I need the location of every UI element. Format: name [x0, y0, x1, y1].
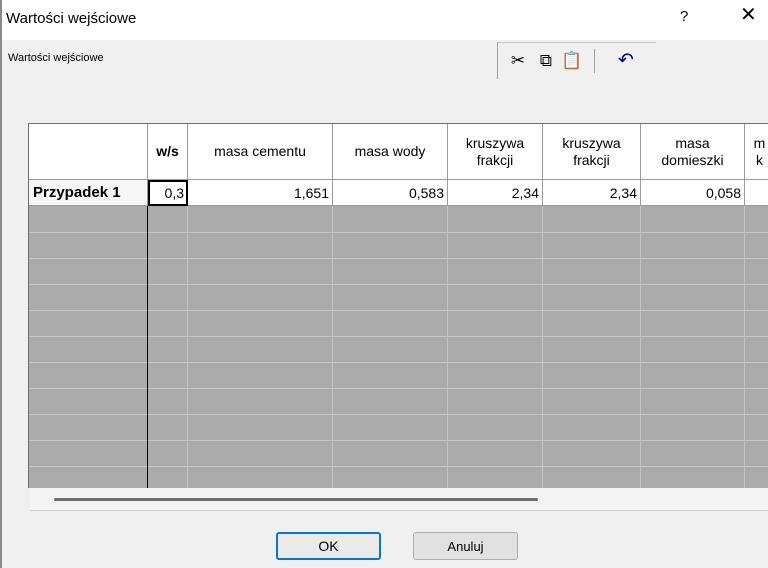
selected-cell[interactable]: 0,3	[148, 180, 188, 206]
grid-line	[29, 310, 768, 311]
column-header[interactable]: kruszywa frakcji	[448, 124, 543, 180]
grid-line	[29, 284, 768, 285]
column-header[interactable]: kruszywa frakcji	[543, 124, 641, 180]
grid-line	[29, 440, 768, 441]
grid-cell[interactable]: 1,651	[188, 180, 333, 206]
grid-cell[interactable]: 0,583	[333, 180, 448, 206]
help-button[interactable]: ?	[680, 8, 688, 25]
window-left-border	[0, 0, 2, 568]
cancel-button[interactable]: Anuluj	[413, 532, 518, 560]
column-header[interactable]: w/s	[148, 124, 188, 180]
edit-toolbar: ✂ ⧉ 📋 ↶	[497, 42, 656, 79]
grid-cell[interactable]	[745, 180, 768, 206]
grid-line	[29, 362, 768, 363]
grid-line	[29, 258, 768, 259]
toolbar-separator	[594, 49, 595, 73]
close-icon[interactable]: ✕	[740, 5, 757, 25]
column-header[interactable]: masa domieszki	[641, 124, 745, 180]
grid-line	[29, 336, 768, 337]
grid-line	[29, 414, 768, 415]
grid-line	[29, 232, 768, 233]
grid-cell[interactable]: 2,34	[543, 180, 641, 206]
column-header[interactable]: masa wody	[333, 124, 448, 180]
scrollbar-thumb[interactable]	[54, 498, 538, 501]
paste-icon[interactable]: 📋	[560, 49, 584, 73]
column-header[interactable]: masa cementu	[188, 124, 333, 180]
row-header[interactable]: Przypadek 1	[29, 180, 148, 206]
copy-icon[interactable]: ⧉	[534, 49, 558, 73]
window-title: Wartości wejściowe	[6, 10, 137, 27]
grid-cell[interactable]: 2,34	[448, 180, 543, 206]
column-header[interactable]: mk	[745, 124, 768, 180]
ok-button[interactable]: OK	[276, 532, 381, 560]
scissors-icon[interactable]: ✂	[506, 49, 530, 73]
grid-cell[interactable]: 0,058	[641, 180, 745, 206]
title-bar: Wartości wejściowe ? ✕	[2, 0, 768, 40]
column-header	[29, 124, 148, 180]
input-values-grid[interactable]: w/s masa cementu masa wody kruszywa frakcji k…	[28, 123, 768, 488]
grid-line	[29, 388, 768, 389]
grid-line	[29, 466, 768, 467]
undo-icon[interactable]: ↶	[614, 49, 638, 73]
section-label: Wartości wejściowe	[8, 52, 104, 64]
horizontal-scrollbar[interactable]	[30, 488, 768, 511]
